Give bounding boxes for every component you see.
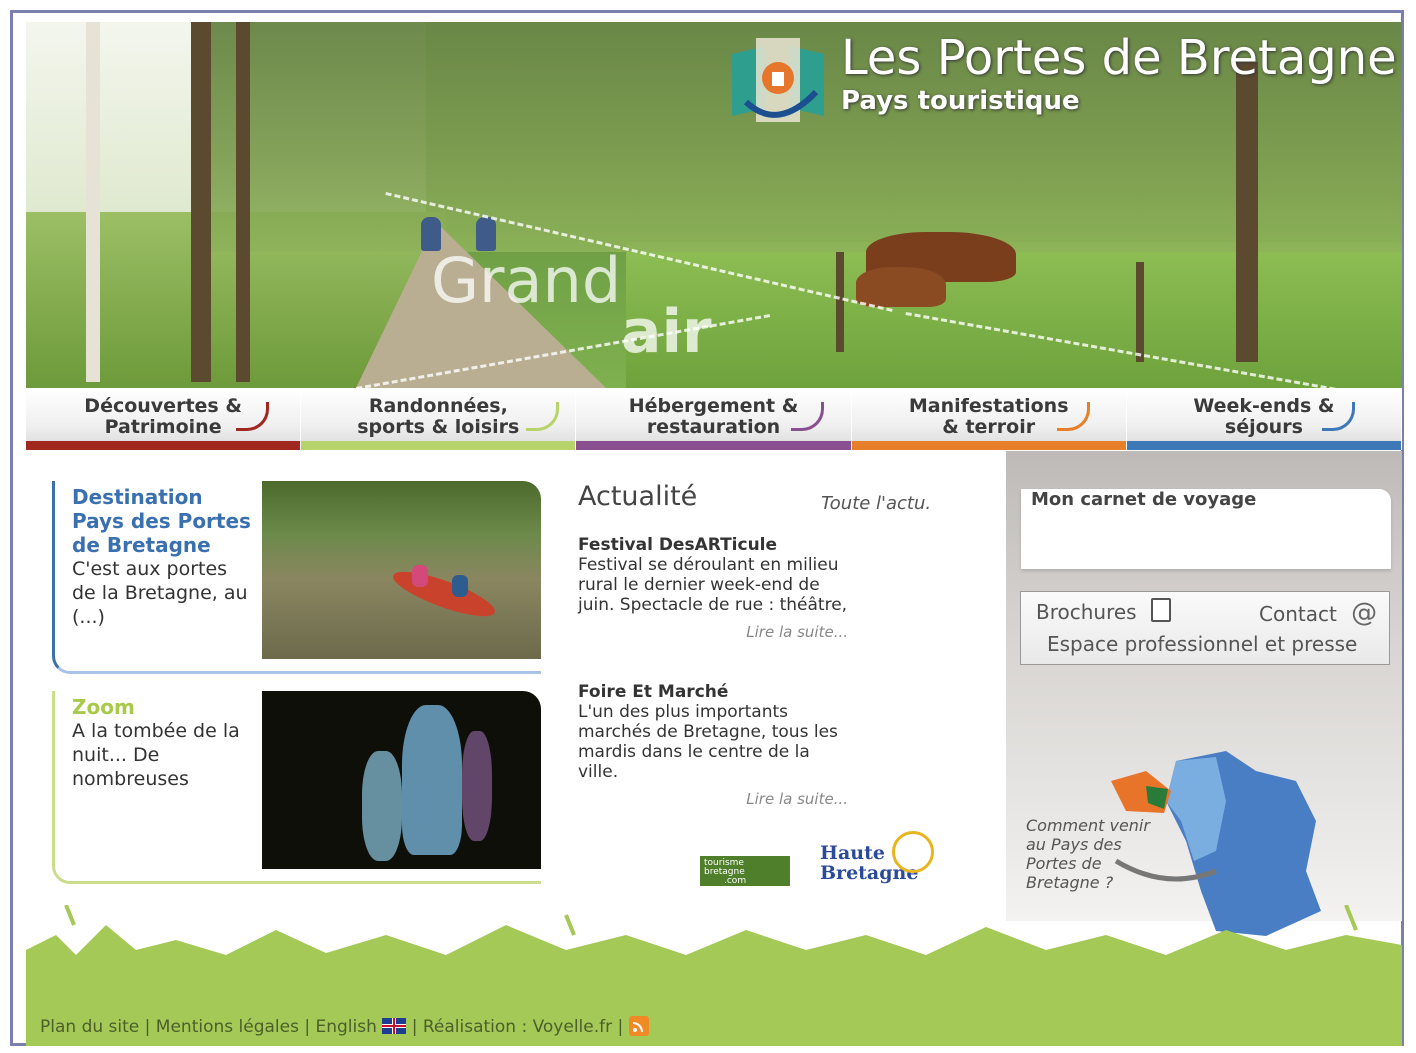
kayak-image [262,481,541,659]
at-icon: @ [1351,598,1378,628]
nav-weekends[interactable]: Week-ends & séjours [1126,388,1403,450]
sidebar: Mon carnet de voyage Brochures Contact @… [1006,451,1402,936]
partner-text: .com [724,876,747,886]
site-subtitle: Pays touristique [841,86,1080,116]
nav-decouvertes[interactable]: Découvertes & Patrimoine [26,388,302,450]
news-title[interactable]: Foire Et Marché [578,682,848,702]
news-text: L'un des plus importants marchés de Bret… [578,702,838,782]
rss-icon[interactable] [628,1016,649,1036]
brochures-link[interactable]: Brochures [1036,598,1171,624]
carnet-title: Mon carnet de voyage [1031,489,1257,510]
nav-color-bar [26,441,301,450]
read-more-link[interactable]: Lire la suite... [578,790,848,808]
nav-manifestations[interactable]: Manifestations & terroir [851,388,1127,450]
news-title[interactable]: Festival DesARTicule [578,535,848,555]
card-title[interactable]: Zoom [72,695,252,719]
site-map-link[interactable]: Plan du site [40,1017,139,1037]
separator: | [304,1017,311,1037]
nav-color-bar [851,441,1126,450]
haute-bretagne-logo[interactable]: Haute Bretagne [820,831,940,887]
grand-air-overlay: Grand air [431,250,712,367]
card-zoom[interactable]: Zoom A la tombée de la nuit... De nombre… [52,691,541,884]
tourisme-bretagne-logo[interactable]: tourisme bretagne .com [700,856,790,886]
footer-links: Plan du site | Mentions légales | Englis… [40,1016,649,1037]
english-label: English [315,1017,377,1037]
english-link[interactable]: English [316,1017,412,1037]
nav-color-bar [576,441,851,450]
nav-label: Week-ends & séjours [1193,395,1335,438]
espace-pro-link[interactable]: Espace professionnel et presse [1047,632,1357,656]
card-title[interactable]: Destination Pays des Portes de Bretagne [72,485,252,557]
contact-label: Contact [1259,602,1337,626]
air-word: air [621,297,712,367]
card-body: C'est aux portes de la Bretagne, au (...… [72,558,248,628]
news-item: Festival DesARTicule Festival se déroula… [578,535,848,641]
card-destination[interactable]: Destination Pays des Portes de Bretagne … [52,481,541,674]
realisation-link[interactable]: Réalisation : Voyelle.fr [423,1017,612,1037]
travel-notebook[interactable]: Mon carnet de voyage [1021,489,1391,569]
brochures-label: Brochures [1036,600,1137,624]
header-banner: Grand air Les Portes de Bretagne Pays to… [26,22,1402,388]
nav-hebergement[interactable]: Hébergement & restauration [576,388,852,450]
read-more-link[interactable]: Lire la suite... [578,623,848,641]
site-title[interactable]: Les Portes de Bretagne [841,30,1397,86]
contact-link[interactable]: Contact @ [1259,598,1377,628]
statue-image [262,691,541,869]
legal-link[interactable]: Mentions légales [156,1017,299,1037]
main-nav: Découvertes & Patrimoine Randonnées, spo… [26,388,1403,450]
all-news-link[interactable]: Toute l'actu. [821,493,931,514]
separator: | [144,1017,151,1037]
news-item: Foire Et Marché L'un des plus importants… [578,682,848,808]
nav-randonnees[interactable]: Randonnées, sports & loisirs [301,388,577,450]
nav-color-bar [1126,441,1402,450]
news-text: Festival se déroulant en milieu rural le… [578,555,848,615]
uk-flag-icon [382,1018,407,1034]
grass-decoration [26,905,1402,970]
nav-color-bar [301,441,576,450]
document-icon [1150,598,1171,622]
separator: | [617,1017,624,1037]
separator: | [411,1017,418,1037]
main-content: Destination Pays des Portes de Bretagne … [26,451,1006,906]
quick-links: Brochures Contact @ Espace professionnel… [1020,591,1390,665]
card-body: A la tombée de la nuit... De nombreuses [72,720,240,790]
logo-icon[interactable] [726,32,830,128]
haute-bretagne-emblem-icon [892,831,934,873]
directions-text[interactable]: Comment venir au Pays des Portes de Bret… [1026,816,1156,892]
actualite-title: Actualité [578,481,698,512]
